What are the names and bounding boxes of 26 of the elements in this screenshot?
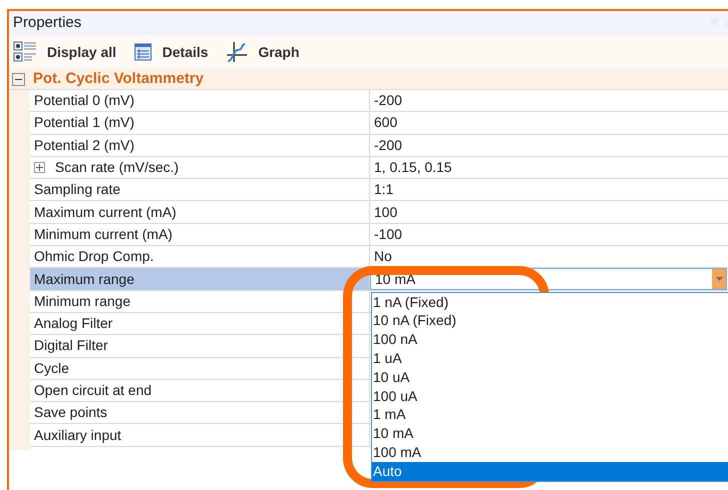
- property-value[interactable]: 1, 0.15, 0.15: [374, 157, 452, 178]
- dropdown-option[interactable]: 1 nA (Fixed): [372, 292, 728, 312]
- dropdown-option[interactable]: 1 uA: [372, 349, 728, 368]
- dropdown-option[interactable]: 10 uA: [372, 368, 728, 387]
- toolbar-button[interactable]: Display all: [13, 39, 128, 65]
- property-value[interactable]: 600: [374, 112, 398, 134]
- property-value[interactable]: -100: [374, 224, 402, 245]
- dropdown-option[interactable]: 10 mA: [372, 424, 728, 444]
- property-value[interactable]: -200: [374, 90, 402, 112]
- dropdown-option[interactable]: 1 mA: [372, 405, 728, 424]
- dropdown-option[interactable]: 100 nA: [372, 330, 728, 350]
- property-value[interactable]: 1:1: [374, 179, 394, 200]
- property-value[interactable]: No: [374, 246, 392, 268]
- dropdown-option[interactable]: Auto: [372, 462, 728, 481]
- window-title: Properties: [13, 12, 82, 33]
- property-value[interactable]: -200: [374, 134, 402, 156]
- dropdown-option[interactable]: 100 mA: [372, 443, 728, 462]
- toolbar-button[interactable]: Details: [134, 39, 220, 65]
- property-value[interactable]: 100: [374, 202, 398, 223]
- property-name[interactable]: Maximum range: [30, 268, 370, 290]
- dropdown-option[interactable]: 100 uA: [372, 386, 728, 406]
- property-name: Scan rate (mV/sec.): [55, 158, 179, 178]
- group-title: Pot. Cyclic Voltammetry: [33, 68, 204, 89]
- property-name[interactable]: Minimum range: [30, 290, 370, 312]
- toolbar-button[interactable]: Graph: [226, 39, 312, 65]
- dropdown-option[interactable]: 10 nA (Fixed): [372, 311, 728, 330]
